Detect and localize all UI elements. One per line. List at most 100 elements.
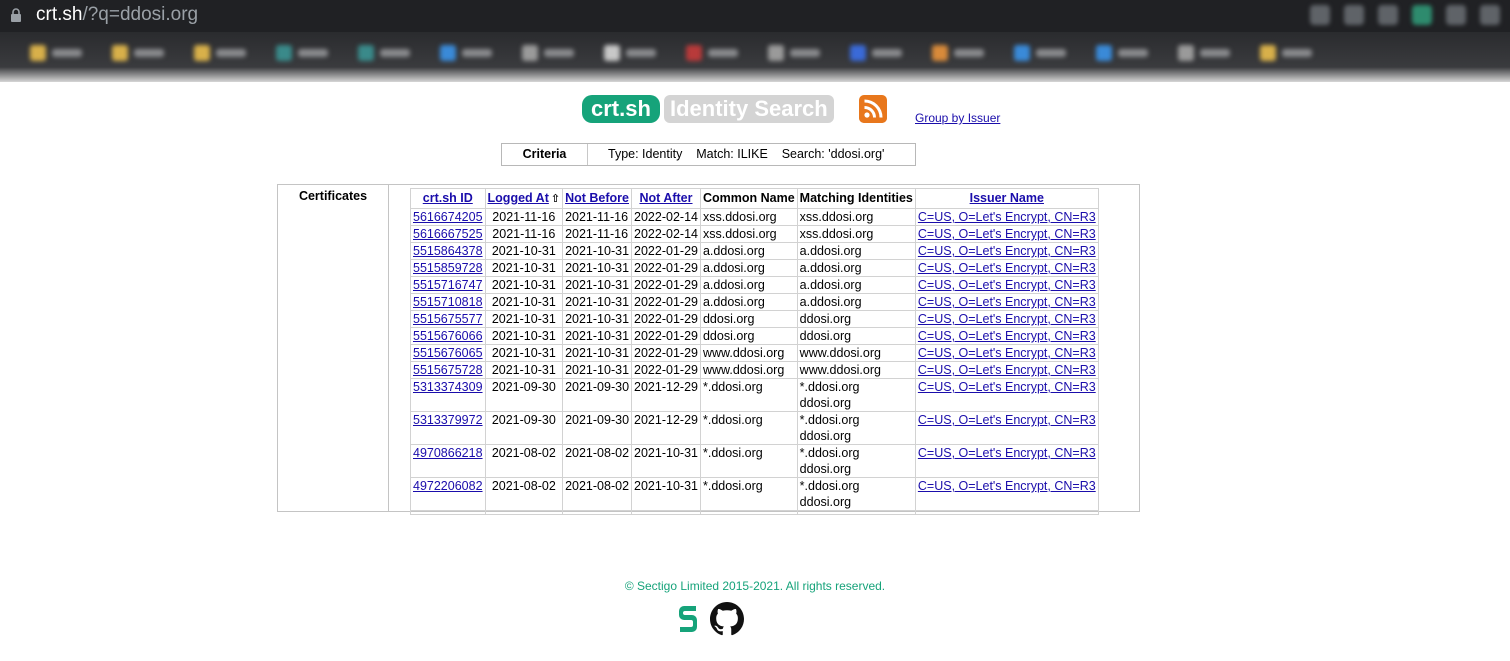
bookmark-item[interactable]	[276, 42, 336, 64]
cert-id-cell[interactable]: 5515675577	[410, 310, 486, 328]
bookmark-item[interactable]	[30, 42, 90, 64]
cert-id-cell[interactable]: 5515676065	[410, 344, 486, 362]
cert-id-cell-link[interactable]: 5515676066	[413, 329, 483, 343]
cert-id-cell[interactable]: 5515864378	[410, 242, 486, 260]
issuer-name-cell-link[interactable]: C=US, O=Let's Encrypt, CN=R3	[918, 227, 1096, 241]
column-sort-link[interactable]: Not After	[640, 191, 693, 205]
crtsh-logo[interactable]: crt.sh	[582, 95, 660, 123]
issuer-name-cell[interactable]: C=US, O=Let's Encrypt, CN=R3	[914, 276, 1099, 294]
identity-value: www.ddosi.org	[799, 363, 881, 377]
cert-id-cell[interactable]: 5313374309	[410, 378, 486, 412]
bookmark-item[interactable]	[932, 42, 992, 64]
issuer-name-cell-link[interactable]: C=US, O=Let's Encrypt, CN=R3	[918, 278, 1096, 292]
column-sort-link[interactable]: crt.sh ID	[423, 191, 473, 205]
bookmark-item[interactable]	[112, 42, 172, 64]
issuer-name-cell-link[interactable]: C=US, O=Let's Encrypt, CN=R3	[918, 210, 1096, 224]
address-bar[interactable]: crt.sh/?q=ddosi.org	[0, 0, 1510, 32]
issuer-name-cell[interactable]: C=US, O=Let's Encrypt, CN=R3	[914, 242, 1099, 260]
bookmark-item[interactable]	[522, 42, 582, 64]
column-header[interactable]: Not After	[631, 188, 701, 209]
cert-id-cell[interactable]: 5515675728	[410, 361, 486, 379]
cert-id-cell-link[interactable]: 4972206082	[413, 479, 483, 493]
column-sort-link[interactable]: Logged At	[488, 191, 549, 205]
github-icon[interactable]	[710, 602, 744, 636]
bookmark-item[interactable]	[1178, 42, 1238, 64]
bookmark-item[interactable]	[440, 42, 500, 64]
issuer-name-cell[interactable]: C=US, O=Let's Encrypt, CN=R3	[914, 361, 1099, 379]
bookmark-item[interactable]	[604, 42, 664, 64]
issuer-name-cell[interactable]: C=US, O=Let's Encrypt, CN=R3	[914, 477, 1099, 511]
toolbar-icon[interactable]	[1480, 5, 1500, 25]
bookmark-item[interactable]	[1014, 42, 1074, 64]
bookmark-item[interactable]	[686, 42, 746, 64]
issuer-name-cell-link[interactable]: C=US, O=Let's Encrypt, CN=R3	[918, 363, 1096, 377]
extension-icon[interactable]	[1412, 5, 1432, 25]
rss-icon[interactable]	[859, 95, 887, 123]
issuer-name-cell-link[interactable]: C=US, O=Let's Encrypt, CN=R3	[918, 329, 1096, 343]
cert-id-cell[interactable]: 5313379972	[410, 411, 486, 445]
issuer-name-cell-link[interactable]: C=US, O=Let's Encrypt, CN=R3	[918, 295, 1096, 309]
bookmark-item[interactable]	[768, 42, 828, 64]
not-before-cell: 2021-09-30	[562, 378, 633, 412]
issuer-name-cell[interactable]: C=US, O=Let's Encrypt, CN=R3	[914, 310, 1099, 328]
issuer-name-cell[interactable]: C=US, O=Let's Encrypt, CN=R3	[914, 411, 1099, 445]
issuer-name-cell-link[interactable]: C=US, O=Let's Encrypt, CN=R3	[918, 312, 1096, 326]
not-before-cell: 2021-11-16	[562, 225, 633, 243]
bookmark-item[interactable]	[850, 42, 910, 64]
cert-id-cell[interactable]: 5515676066	[410, 327, 486, 345]
cert-id-cell-link[interactable]: 5515716747	[413, 278, 483, 292]
group-by-issuer-link[interactable]: Group by Issuer	[915, 111, 1000, 125]
sectigo-icon[interactable]	[676, 603, 700, 635]
issuer-name-cell-link[interactable]: C=US, O=Let's Encrypt, CN=R3	[918, 446, 1096, 460]
cert-id-cell-link[interactable]: 5313374309	[413, 380, 483, 394]
issuer-name-cell-link[interactable]: C=US, O=Let's Encrypt, CN=R3	[918, 479, 1096, 493]
issuer-name-cell[interactable]: C=US, O=Let's Encrypt, CN=R3	[914, 327, 1099, 345]
cert-id-cell[interactable]: 5515859728	[410, 259, 486, 277]
cert-id-cell-link[interactable]: 5616674205	[413, 210, 483, 224]
column-sort-link[interactable]: Issuer Name	[970, 191, 1044, 205]
cert-id-cell-link[interactable]: 5515676065	[413, 346, 483, 360]
not-before-cell: 2021-10-31	[562, 276, 633, 294]
bookmark-item[interactable]	[358, 42, 418, 64]
cert-id-cell-link[interactable]: 5616667525	[413, 227, 483, 241]
issuer-name-cell[interactable]: C=US, O=Let's Encrypt, CN=R3	[914, 208, 1099, 226]
toolbar-icon[interactable]	[1310, 5, 1330, 25]
bookmark-item[interactable]	[1096, 42, 1156, 64]
cert-id-cell[interactable]: 5515710818	[410, 293, 486, 311]
column-header[interactable]: Not Before	[562, 188, 633, 209]
issuer-name-cell-link[interactable]: C=US, O=Let's Encrypt, CN=R3	[918, 413, 1096, 427]
column-header[interactable]: crt.sh ID	[410, 188, 486, 209]
bookmark-item[interactable]	[1260, 42, 1320, 64]
toolbar-icon[interactable]	[1378, 5, 1398, 25]
issuer-name-cell[interactable]: C=US, O=Let's Encrypt, CN=R3	[914, 259, 1099, 277]
cert-id-cell[interactable]: 4972206082	[410, 477, 486, 511]
column-sort-link[interactable]: Not Before	[565, 191, 629, 205]
cert-id-cell[interactable]: 4970866218	[410, 444, 486, 478]
toolbar-icon[interactable]	[1446, 5, 1466, 25]
column-header[interactable]: Issuer Name	[914, 188, 1099, 209]
column-header[interactable]: Logged At ⇧	[484, 188, 564, 209]
issuer-name-cell-link[interactable]: C=US, O=Let's Encrypt, CN=R3	[918, 346, 1096, 360]
issuer-name-cell-link[interactable]: C=US, O=Let's Encrypt, CN=R3	[918, 244, 1096, 258]
cert-id-cell-link[interactable]: 5515710818	[413, 295, 483, 309]
bookmark-item[interactable]	[194, 42, 254, 64]
issuer-name-cell-link[interactable]: C=US, O=Let's Encrypt, CN=R3	[918, 261, 1096, 275]
empty-cell	[484, 510, 564, 515]
toolbar-icon[interactable]	[1344, 5, 1364, 25]
cert-id-cell-link[interactable]: 5515864378	[413, 244, 483, 258]
cert-id-cell[interactable]: 5616667525	[410, 225, 486, 243]
cert-id-cell[interactable]: 5515716747	[410, 276, 486, 294]
issuer-name-cell[interactable]: C=US, O=Let's Encrypt, CN=R3	[914, 293, 1099, 311]
issuer-name-cell[interactable]: C=US, O=Let's Encrypt, CN=R3	[914, 344, 1099, 362]
cert-id-cell-link[interactable]: 5515859728	[413, 261, 483, 275]
issuer-name-cell[interactable]: C=US, O=Let's Encrypt, CN=R3	[914, 378, 1099, 412]
cert-id-cell-link[interactable]: 5313379972	[413, 413, 483, 427]
cert-id-cell-link[interactable]: 4970866218	[413, 446, 483, 460]
issuer-name-cell[interactable]: C=US, O=Let's Encrypt, CN=R3	[914, 225, 1099, 243]
issuer-name-cell-link[interactable]: C=US, O=Let's Encrypt, CN=R3	[918, 380, 1096, 394]
cert-id-cell-link[interactable]: 5515675728	[413, 363, 483, 377]
url-text[interactable]: crt.sh/?q=ddosi.org	[36, 4, 198, 26]
issuer-name-cell[interactable]: C=US, O=Let's Encrypt, CN=R3	[914, 444, 1099, 478]
cert-id-cell-link[interactable]: 5515675577	[413, 312, 483, 326]
cert-id-cell[interactable]: 5616674205	[410, 208, 486, 226]
